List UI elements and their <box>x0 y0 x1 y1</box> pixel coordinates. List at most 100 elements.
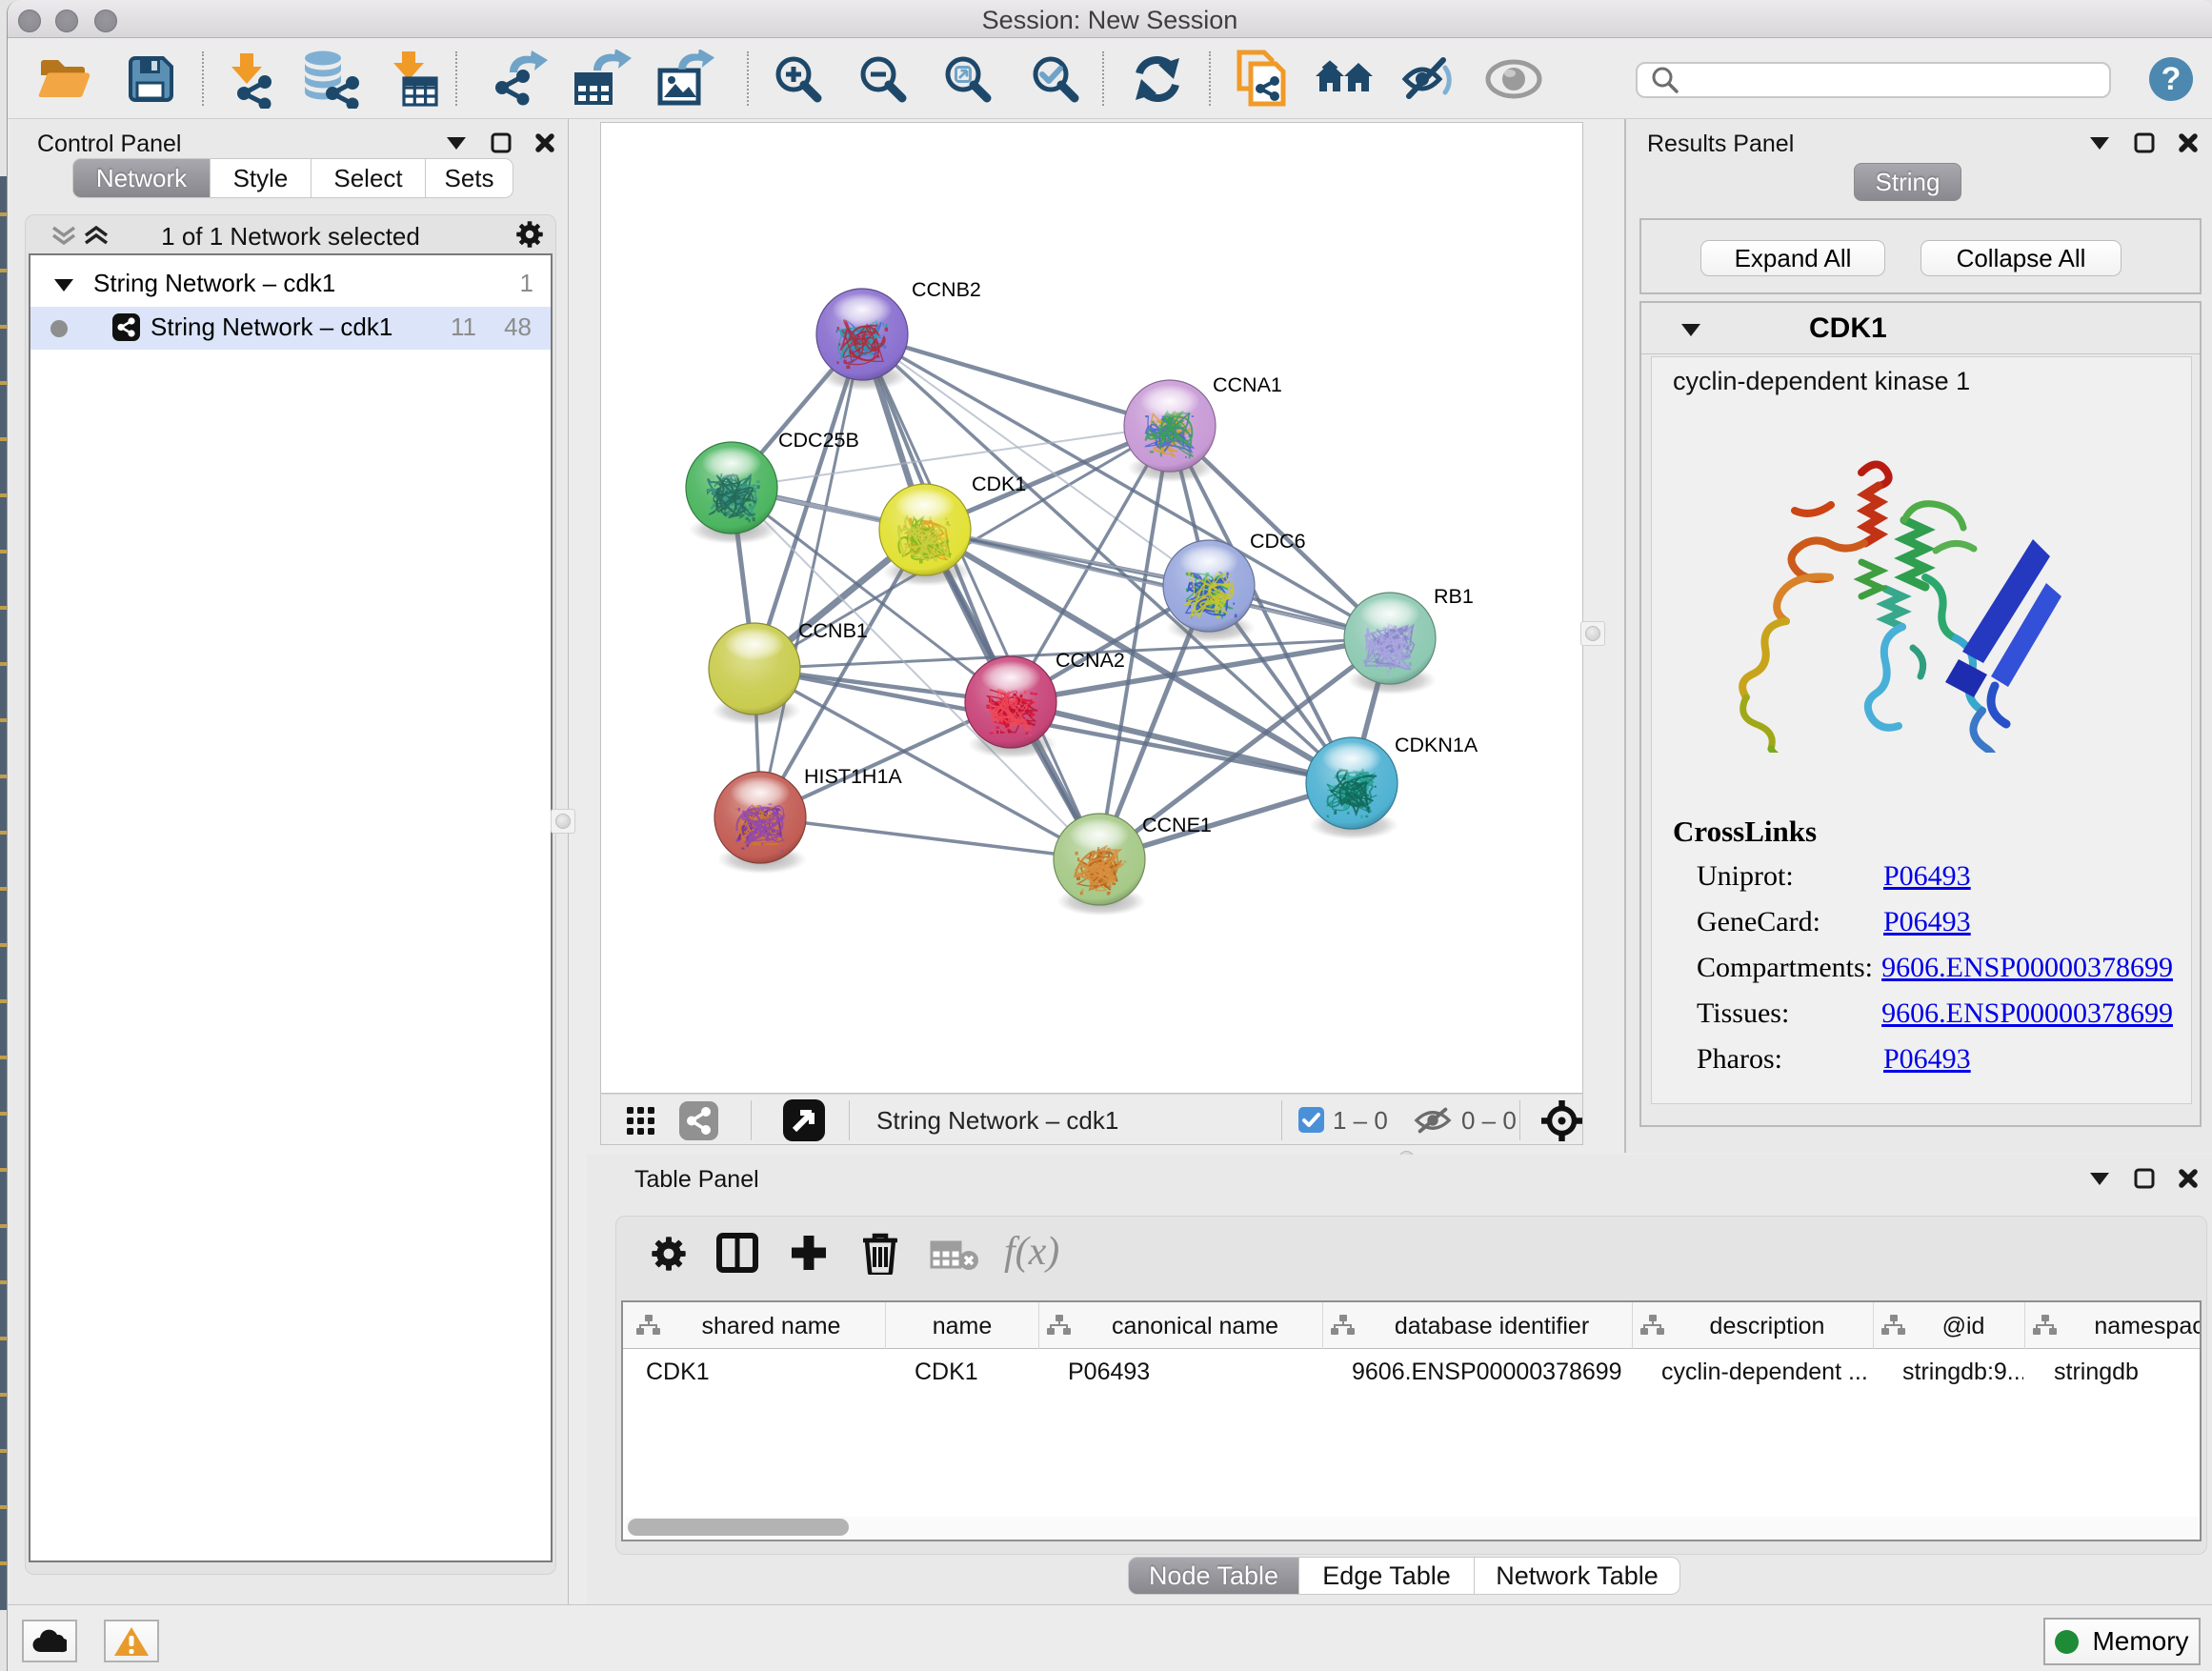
results-panel: Results Panel String Expand All Collapse… <box>1624 119 2212 1153</box>
close-panel-icon[interactable] <box>2178 1168 2199 1189</box>
duplicate-network-button[interactable] <box>1229 38 1296 119</box>
left-splitter-handle[interactable] <box>551 809 575 834</box>
zoom-fit-button[interactable] <box>935 38 1001 119</box>
table-cell[interactable]: CDK1 <box>646 1359 873 1386</box>
expand-all-button[interactable]: Expand All <box>1700 240 1885 276</box>
network-collection-count: 1 <box>520 269 533 298</box>
table-tab-network-table[interactable]: Network Table <box>1475 1557 1680 1595</box>
first-neighbors-button[interactable] <box>1312 38 1378 119</box>
gene-details: cyclin-dependent kinase 1 <box>1651 356 2192 1104</box>
table-settings-gear-icon[interactable] <box>652 1237 686 1271</box>
column-header-database-identifier[interactable]: database identifier <box>1323 1302 1633 1349</box>
column-header-description[interactable]: description <box>1633 1302 1874 1349</box>
network-options-gear-icon[interactable] <box>516 221 543 248</box>
import-network-file-button[interactable] <box>215 38 282 119</box>
control-tab-network[interactable]: Network <box>72 158 211 198</box>
export-network-button[interactable] <box>489 38 555 119</box>
import-network-database-button[interactable] <box>296 38 363 119</box>
hidden-eye-slash-icon[interactable] <box>1413 1107 1453 1134</box>
show-hidden-button[interactable] <box>1480 38 1547 119</box>
refresh-network-button[interactable] <box>1124 38 1191 119</box>
help-button[interactable]: ? <box>2142 38 2201 119</box>
column-header-name[interactable]: name <box>886 1302 1039 1349</box>
close-panel-icon[interactable] <box>2178 132 2199 153</box>
selected-checkbox-icon[interactable] <box>1298 1107 1324 1133</box>
crosslink-link[interactable]: 9606.ENSP00000378699 <box>1881 997 2173 1030</box>
control-tab-style[interactable]: Style <box>211 158 312 198</box>
column-header-canonical-name[interactable]: canonical name <box>1039 1302 1323 1349</box>
undock-panel-icon[interactable] <box>2134 1168 2155 1189</box>
split-table-icon[interactable] <box>716 1233 758 1273</box>
network-collection-row[interactable]: String Network – cdk1 1 <box>30 265 551 307</box>
tree-expander-icon[interactable] <box>53 278 74 292</box>
edge-CCNB2-RB1[interactable] <box>862 334 1390 638</box>
cloud-status-button[interactable] <box>22 1620 77 1662</box>
save-session-button[interactable] <box>117 38 184 119</box>
import-table-file-button[interactable] <box>379 38 446 119</box>
close-panel-icon[interactable] <box>534 132 555 153</box>
edge-CCNE1-HIST1H1A[interactable] <box>760 817 1099 859</box>
collapse-gene-icon[interactable] <box>1679 322 1702 337</box>
table-cell[interactable]: cyclin-dependent ... <box>1661 1359 1872 1386</box>
open-in-window-icon[interactable] <box>783 1099 825 1141</box>
float-panel-icon[interactable] <box>2088 1171 2111 1186</box>
collapse-all-button[interactable]: Collapse All <box>1920 240 2122 276</box>
status-bar: Memory <box>8 1604 2212 1671</box>
table-cell[interactable]: stringdb:9... <box>1902 1359 2023 1386</box>
table-tab-edge-table[interactable]: Edge Table <box>1299 1557 1475 1595</box>
zoom-selected-button[interactable] <box>1022 38 1089 119</box>
node-label-CDC6: CDC6 <box>1250 530 1306 553</box>
add-column-icon[interactable] <box>789 1233 829 1273</box>
float-panel-icon[interactable] <box>445 135 468 151</box>
column-header-shared-name[interactable]: shared name <box>629 1302 886 1349</box>
open-file-button[interactable] <box>31 38 98 119</box>
crosslinks-list: Uniprot:P06493GeneCard:P06493Compartment… <box>1697 860 2173 1089</box>
table-cell[interactable]: P06493 <box>1068 1359 1321 1386</box>
warnings-button[interactable] <box>104 1620 159 1662</box>
delete-column-trash-icon[interactable] <box>861 1231 899 1275</box>
right-splitter-handle[interactable] <box>1580 621 1605 646</box>
function-builder-button[interactable]: f(x) <box>1004 1229 1059 1275</box>
hide-selected-button[interactable] <box>1398 38 1464 119</box>
export-table-button[interactable] <box>570 38 636 119</box>
crosslink-link[interactable]: P06493 <box>1883 860 1971 893</box>
search-input[interactable] <box>1687 66 2109 94</box>
edge-CCNB2-CCNA1[interactable] <box>862 334 1170 426</box>
table-horizontal-scrollbar[interactable] <box>625 1517 2198 1538</box>
memory-button[interactable]: Memory <box>2043 1618 2201 1665</box>
float-panel-icon[interactable] <box>2088 135 2111 151</box>
network-row-selected[interactable]: String Network – cdk1 11 48 <box>30 307 551 350</box>
control-tab-select[interactable]: Select <box>312 158 426 198</box>
refresh-icon <box>1130 52 1185 106</box>
undock-panel-icon[interactable] <box>491 132 512 153</box>
table-container: f(x) shared namenamecanonical namedataba… <box>615 1216 2207 1555</box>
network-badge-icon[interactable] <box>679 1101 718 1140</box>
crosslink-link[interactable]: P06493 <box>1883 906 1971 938</box>
crosslink-link[interactable]: 9606.ENSP00000378699 <box>1881 952 2173 984</box>
node-label-CDK1: CDK1 <box>972 473 1026 495</box>
table-tab-node-table[interactable]: Node Table <box>1128 1557 1299 1595</box>
network-canvas[interactable]: CCNB2CCNA1CDC25BCDK1CDC6RB1CCNB1CCNA2CDK… <box>600 122 1583 1094</box>
results-tab-string[interactable]: String <box>1854 163 1961 201</box>
delete-table-icon[interactable] <box>930 1238 979 1271</box>
column-header-namespace[interactable]: namespace <box>2025 1302 2202 1349</box>
search-field-container <box>1636 62 2111 98</box>
birds-eye-grid-icon[interactable] <box>627 1107 655 1136</box>
toolbar-separator <box>747 51 749 106</box>
gene-section-header[interactable]: CDK1 <box>1641 303 2200 354</box>
help-icon: ? <box>2147 55 2195 103</box>
table-cell[interactable]: CDK1 <box>915 1359 1037 1386</box>
node-label-CCNB1: CCNB1 <box>798 619 868 642</box>
fit-content-crosshair-icon[interactable] <box>1540 1099 1583 1142</box>
table-cell[interactable]: 9606.ENSP00000378699 <box>1352 1359 1631 1386</box>
control-tab-sets[interactable]: Sets <box>426 158 513 198</box>
undock-panel-icon[interactable] <box>2134 132 2155 153</box>
zoom-in-button[interactable] <box>765 38 832 119</box>
column-header--id[interactable]: @id <box>1874 1302 2025 1349</box>
export-image-button[interactable] <box>654 38 720 119</box>
crosslink-link[interactable]: P06493 <box>1883 1043 1971 1076</box>
toolbar-separator <box>1102 51 1104 106</box>
zoom-out-button[interactable] <box>850 38 916 119</box>
scrollbar-thumb[interactable] <box>628 1519 849 1536</box>
table-cell[interactable]: stringdb <box>2054 1359 2202 1386</box>
